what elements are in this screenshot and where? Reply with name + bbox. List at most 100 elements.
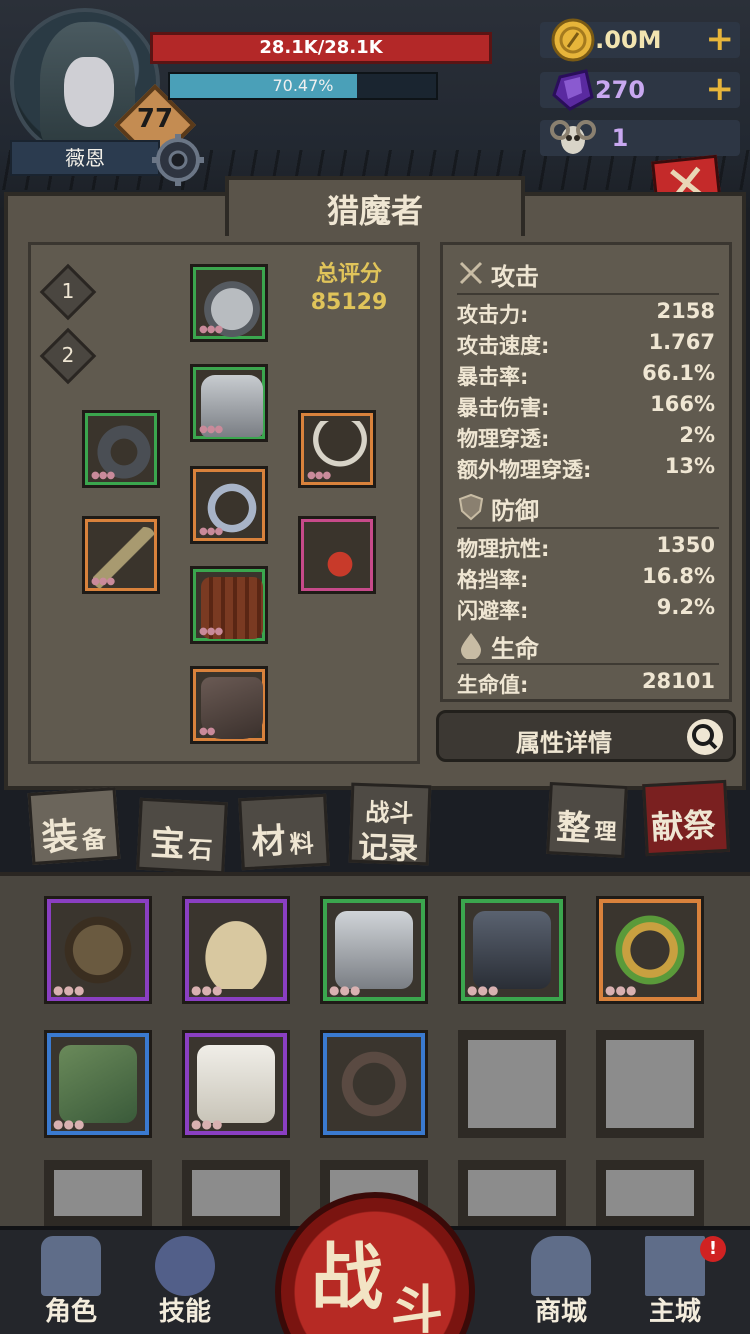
stat-label: 生命值: <box>457 673 529 697</box>
inventory-empty-slot[interactable] <box>458 1030 566 1138</box>
straw-hat-icon <box>197 911 275 989</box>
ring-slot[interactable]: ●●● <box>82 410 160 488</box>
battle-label-sub: 斗 <box>391 1281 444 1334</box>
tab-materials[interactable]: 材 料 <box>238 793 330 871</box>
inventory-item[interactable]: ●●● <box>458 896 566 1004</box>
necklace-slot[interactable]: ●●● <box>190 466 268 544</box>
stat-label: 攻击力: <box>457 303 529 327</box>
tab-materials-main: 材 <box>250 820 287 863</box>
life-section-title: 生命 <box>491 635 539 663</box>
nav-main-city-label: 主城 <box>648 1297 701 1327</box>
socket-dots: ●●● <box>91 576 115 587</box>
tab-gems[interactable]: 宝 石 <box>136 797 228 875</box>
inventory-empty-slot[interactable] <box>596 1160 704 1226</box>
add-gold-icon[interactable]: + <box>706 22 735 56</box>
amulet-slot[interactable]: ●●● <box>298 410 376 488</box>
inventory-item[interactable]: ●●● <box>596 896 704 1004</box>
nav-skills[interactable]: 技能 <box>140 1236 230 1334</box>
xp-percent: 70.47% <box>272 76 334 95</box>
tab-equipment-sub: 备 <box>81 824 107 855</box>
castle-icon <box>645 1236 705 1296</box>
nav-skills-label: 技能 <box>158 1297 211 1327</box>
inventory-item[interactable]: ●●● <box>182 1030 290 1138</box>
divider <box>457 663 719 665</box>
attribute-details-button[interactable]: 属性详情 <box>436 710 736 762</box>
shield-icon <box>458 493 484 521</box>
stat-label: 物理抗性: <box>457 537 550 561</box>
tab-equipment[interactable]: 装 备 <box>27 787 121 865</box>
charm-icon <box>309 527 371 589</box>
stat-label: 闪避率: <box>457 599 529 623</box>
flower-garland-icon <box>611 911 689 989</box>
stat-row: 格挡率: 16.8% <box>457 564 715 594</box>
stats-panel: 攻击 攻击力: 2158 攻击速度: 1.767 暴击率: 66.1% 暴击伤害… <box>440 242 732 702</box>
inventory-item[interactable]: ●●● <box>44 1030 152 1138</box>
inventory-empty-slot[interactable] <box>458 1160 566 1226</box>
tab-materials-sub: 料 <box>288 829 315 859</box>
socket-dots: ●●● <box>467 983 499 997</box>
tab-battle-log[interactable]: 战斗 记录 <box>348 782 432 867</box>
trinket-slot[interactable] <box>298 516 376 594</box>
stat-label: 暴击伤害: <box>457 396 550 420</box>
swords-icon <box>459 261 483 285</box>
add-crystal-icon[interactable]: + <box>706 72 735 106</box>
socket-dots: ●●● <box>53 983 85 997</box>
stat-value: 2% <box>679 423 715 447</box>
search-icon <box>687 719 723 755</box>
belt-slot[interactable]: ●●● <box>190 566 268 644</box>
socket-dots: ●●● <box>53 1117 85 1131</box>
socket-dots: ●●● <box>191 1117 223 1131</box>
green-boots-icon <box>59 1045 137 1123</box>
defense-section-title: 防御 <box>491 497 539 525</box>
stat-label: 格挡率: <box>457 568 529 592</box>
boots-slot[interactable]: ●● <box>190 666 268 744</box>
sort-button[interactable]: 整 理 <box>546 782 628 858</box>
crossed-blades-gauntlet-icon <box>59 911 137 989</box>
tab-gems-main: 宝 <box>149 823 186 866</box>
shop-tent-icon <box>531 1236 591 1296</box>
attack-section-title: 攻击 <box>491 263 539 291</box>
nav-shop[interactable]: 商城 <box>516 1236 606 1334</box>
stat-row: 物理穿透: 2% <box>457 423 715 453</box>
blood-drop-icon <box>461 633 481 659</box>
white-shirt-icon <box>197 1045 275 1123</box>
ram-skull-icon <box>550 120 596 154</box>
socket-dots: ●●● <box>199 324 223 335</box>
socket-dots: ●●● <box>191 983 223 997</box>
stat-value: 166% <box>650 392 715 416</box>
inventory-item[interactable]: ●●● <box>182 896 290 1004</box>
inventory-empty-slot[interactable] <box>182 1160 290 1226</box>
gear-icon[interactable] <box>150 132 206 188</box>
inventory-item[interactable]: ●●● <box>320 896 428 1004</box>
socket-dots: ●●● <box>91 470 115 481</box>
stat-value: 1350 <box>656 533 715 557</box>
weapon-slot[interactable]: ●●● <box>82 516 160 594</box>
swirl-icon <box>155 1236 215 1296</box>
divider <box>457 527 719 529</box>
tab-battle-log-line2: 记录 <box>357 829 419 867</box>
stat-row: 闪避率: 9.2% <box>457 595 715 625</box>
socket-dots: ●●● <box>605 983 637 997</box>
nav-character[interactable]: 角色 <box>26 1236 116 1334</box>
sacrifice-button[interactable]: 献祭 <box>642 779 730 857</box>
stat-row: 暴击伤害: 166% <box>457 392 715 422</box>
stat-row: 额外物理穿透: 13% <box>457 454 715 484</box>
inventory-item[interactable]: ●●● <box>44 896 152 1004</box>
stat-label: 额外物理穿透: <box>457 458 592 482</box>
leather-belt-icon <box>335 1045 413 1123</box>
sacrifice-label: 献祭 <box>650 805 717 847</box>
stat-row: 攻击速度: 1.767 <box>457 330 715 360</box>
helmet-slot[interactable]: ●●● <box>190 264 268 342</box>
inventory-item[interactable] <box>320 1030 428 1138</box>
battle-label-main: 战 <box>311 1235 384 1319</box>
socket-dots: ●●● <box>199 424 223 435</box>
stat-label: 物理穿透: <box>457 427 550 451</box>
player-level: 77 <box>136 104 174 134</box>
player-name: 薇恩 <box>10 140 160 176</box>
inventory-empty-slot[interactable] <box>596 1030 704 1138</box>
chest-slot[interactable]: ●●● <box>190 364 268 442</box>
stat-value: 66.1% <box>642 361 715 385</box>
stat-value: 2158 <box>656 299 715 323</box>
inventory-empty-slot[interactable] <box>44 1160 152 1226</box>
xp-bar: 70.47% <box>168 72 438 100</box>
